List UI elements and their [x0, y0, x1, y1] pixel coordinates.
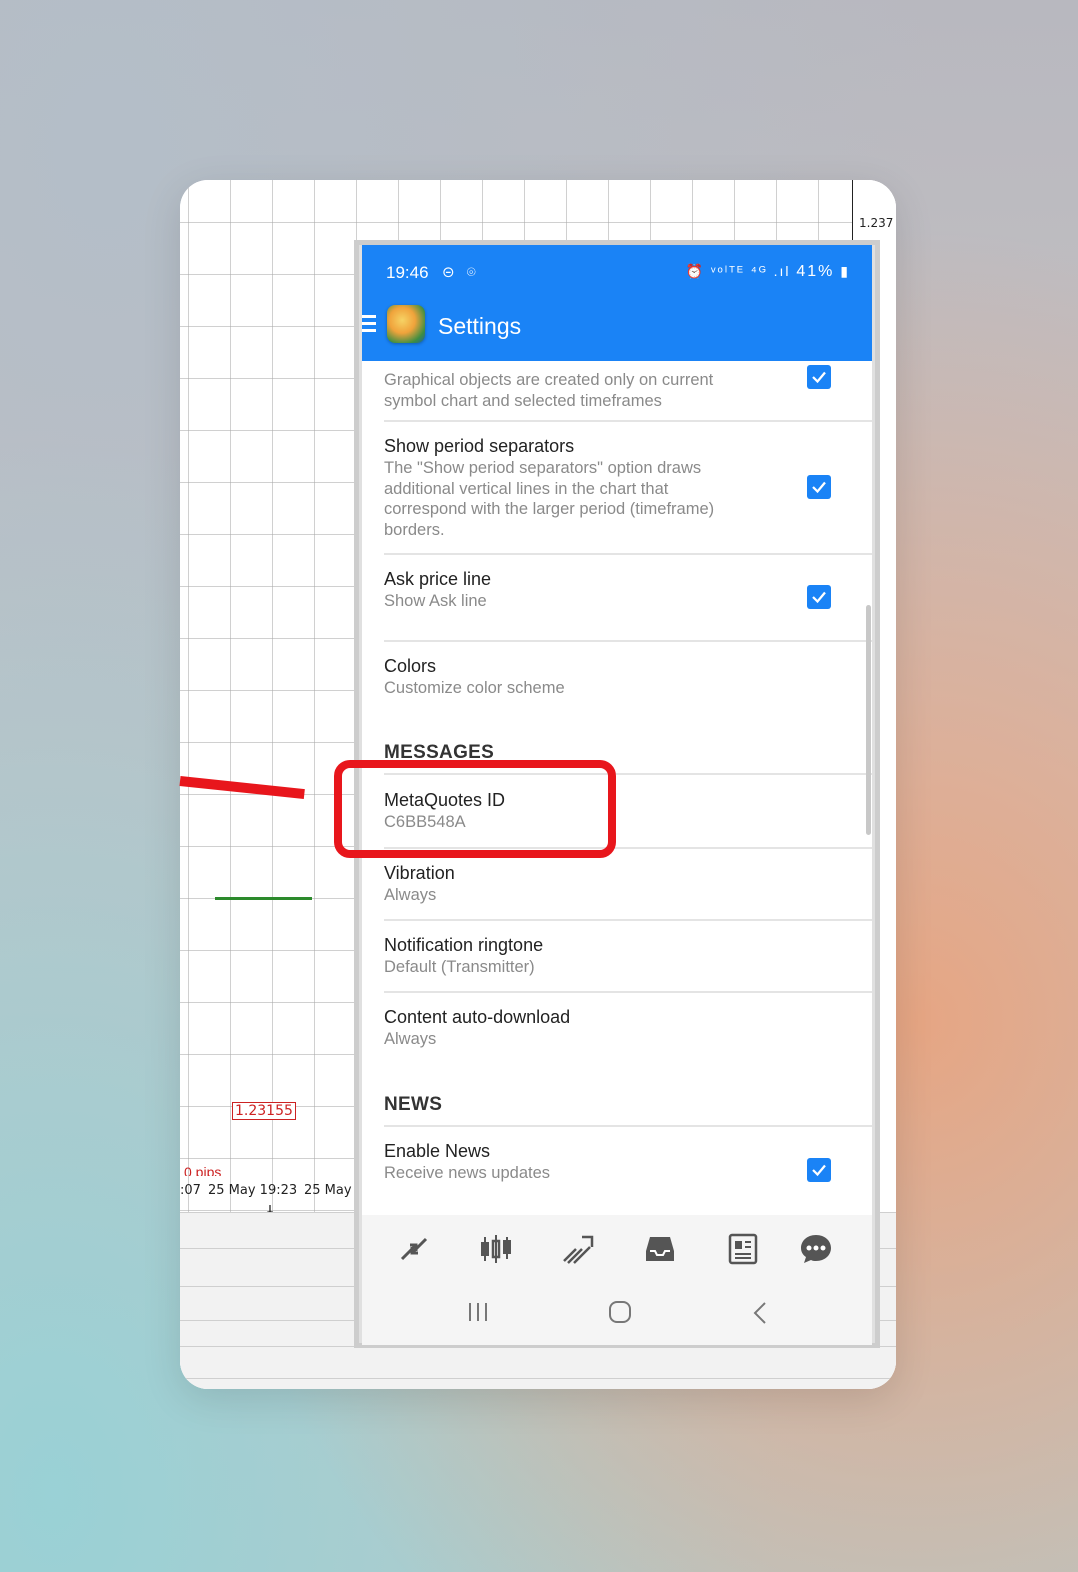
setting-title: Content auto-download	[384, 1007, 571, 1027]
divider	[384, 991, 872, 993]
scrollbar[interactable]	[866, 605, 871, 835]
setting-show-period-separators[interactable]: Show period separators The "Show period …	[384, 434, 872, 540]
time-label: :07	[180, 1183, 201, 1198]
divider	[384, 553, 872, 555]
setting-subtitle: Customize color scheme	[384, 679, 565, 697]
setting-subtitle: Default (Transmitter)	[384, 958, 535, 976]
time-label: 25 May	[304, 1183, 352, 1198]
divider	[384, 640, 872, 642]
status-bar: 19:46 ⊝ ⌾ ⏰ ᵛᵒˡᵀᴱ ⁴ᴳ .ıl 41% ▮	[362, 245, 872, 295]
setting-subtitle: The "Show period separators" option draw…	[384, 459, 715, 539]
recent-apps-icon[interactable]	[466, 1301, 490, 1323]
system-navigation-bar	[362, 1281, 872, 1345]
check-icon	[812, 591, 826, 604]
quotes-icon[interactable]	[396, 1231, 432, 1267]
setting-title: Vibration	[384, 863, 455, 883]
setting-title: Enable News	[384, 1141, 491, 1161]
price-label: 1.237	[859, 216, 894, 230]
setting-title: Ask price line	[384, 569, 492, 589]
pips-label: 0 pips	[184, 1166, 222, 1176]
setting-colors[interactable]: Colors Customize color scheme	[384, 654, 872, 699]
check-icon	[812, 481, 826, 494]
network-icons: ⏰ ᵛᵒˡᵀᴱ ⁴ᴳ .ıl	[685, 263, 791, 279]
divider	[384, 919, 872, 921]
setting-notification-ringtone[interactable]: Notification ringtone Default (Transmitt…	[384, 933, 872, 978]
app-bar: Settings	[362, 295, 872, 361]
chart-level-line	[215, 897, 312, 900]
app-logo-icon	[387, 305, 425, 343]
setting-subtitle: Receive news updates	[384, 1164, 551, 1182]
battery-level: 41%	[796, 263, 835, 280]
check-icon	[812, 371, 826, 384]
battery-icon: ▮	[840, 263, 850, 279]
setting-ask-price-line[interactable]: Ask price line Show Ask line	[384, 567, 872, 612]
divider	[384, 1125, 872, 1127]
setting-subtitle: Graphical objects are created only on cu…	[384, 371, 714, 410]
section-header-news: NEWS	[384, 1094, 443, 1115]
chat-icon[interactable]	[798, 1231, 834, 1267]
back-icon[interactable]	[752, 1301, 768, 1325]
setting-title: Notification ringtone	[384, 935, 544, 955]
chart-icon[interactable]	[478, 1231, 514, 1267]
time-label: 25 May 19:23	[208, 1183, 298, 1198]
setting-subtitle: Always	[384, 1030, 437, 1048]
annotation-highlight-box	[334, 760, 616, 858]
enable-news-checkbox[interactable]	[807, 1158, 831, 1182]
status-icons: ⏰ ᵛᵒˡᵀᴱ ⁴ᴳ .ıl 41% ▮	[686, 263, 850, 281]
news-icon[interactable]	[724, 1231, 760, 1267]
graphical-objects-checkbox[interactable]	[807, 365, 831, 389]
hamburger-menu-icon[interactable]	[362, 315, 376, 336]
check-icon	[812, 1164, 826, 1177]
setting-title: Colors	[384, 656, 437, 676]
setting-content-auto-download[interactable]: Content auto-download Always	[384, 1005, 872, 1050]
setting-graphical-objects[interactable]: Graphical objects are created only on cu…	[384, 370, 872, 411]
ask-price-line-checkbox[interactable]	[807, 585, 831, 609]
bottom-navigation	[362, 1215, 872, 1281]
page-title: Settings	[438, 313, 522, 339]
price-tag: 1.23155	[232, 1102, 296, 1120]
setting-enable-news[interactable]: Enable News Receive news updates	[384, 1139, 872, 1184]
trade-icon[interactable]	[560, 1231, 596, 1267]
period-separators-checkbox[interactable]	[807, 475, 831, 499]
setting-vibration[interactable]: Vibration Always	[384, 861, 872, 906]
history-icon[interactable]	[642, 1231, 678, 1267]
setting-subtitle: Always	[384, 886, 437, 904]
dnd-icon: ⊝ ⌾	[442, 264, 480, 281]
status-time: 19:46	[386, 263, 429, 282]
setting-subtitle: Show Ask line	[384, 592, 487, 610]
home-icon[interactable]	[608, 1301, 632, 1323]
divider	[384, 420, 872, 422]
setting-title: Show period separators	[384, 436, 575, 456]
